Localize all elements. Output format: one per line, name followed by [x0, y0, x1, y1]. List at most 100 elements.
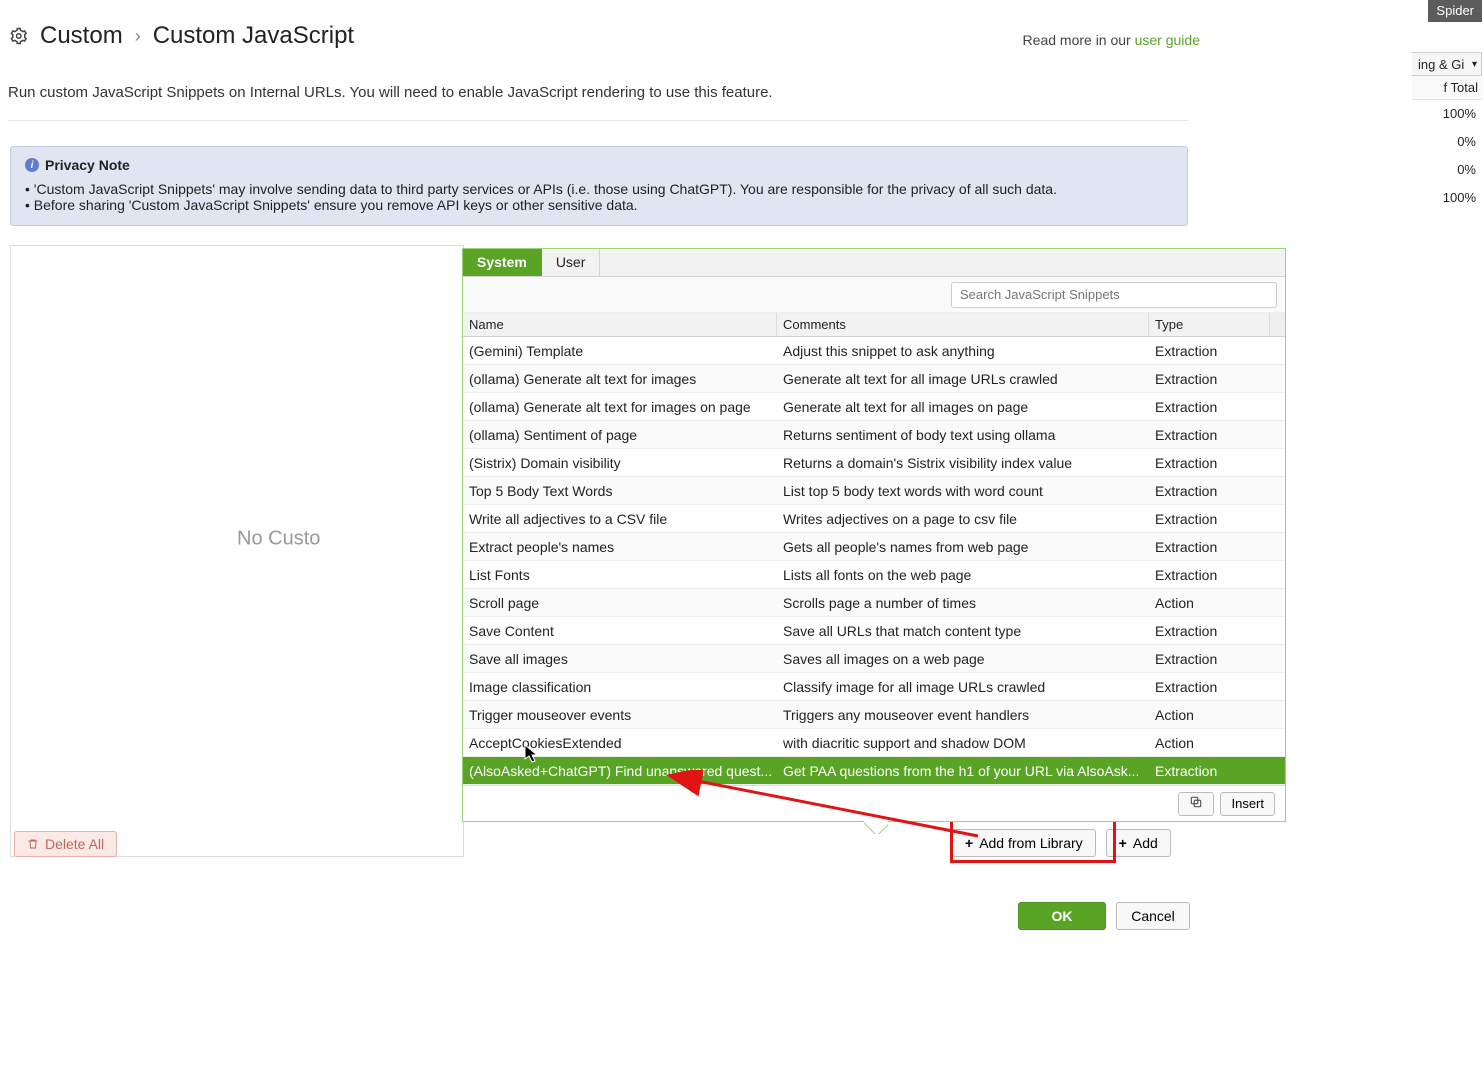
col-comments[interactable]: Comments — [777, 313, 1149, 336]
bg-column-header: f Total — [1412, 76, 1482, 100]
cell-type: Extraction — [1149, 455, 1269, 471]
table-row[interactable]: Write all adjectives to a CSV fileWrites… — [463, 505, 1285, 533]
page-description: Run custom JavaScript Snippets on Intern… — [8, 84, 773, 101]
table-row[interactable]: Top 5 Body Text WordsList top 5 body tex… — [463, 477, 1285, 505]
insert-button[interactable]: Insert — [1220, 792, 1275, 816]
cell-comments: Generate alt text for all image URLs cra… — [777, 371, 1149, 387]
table-row[interactable]: Image classificationClassify image for a… — [463, 673, 1285, 701]
page-title: Custom JavaScript — [153, 22, 354, 50]
privacy-bullet-text: 'Custom JavaScript Snippets' may involve… — [34, 181, 1057, 197]
cell-comments: Returns sentiment of body text using oll… — [777, 427, 1149, 443]
bg-column-values: 100% 0% 0% 100% — [1412, 100, 1482, 212]
table-row[interactable]: Trigger mouseover eventsTriggers any mou… — [463, 701, 1285, 729]
privacy-title: Privacy Note — [45, 157, 130, 173]
bg-value: 0% — [1412, 128, 1482, 156]
cell-comments: Writes adjectives on a page to csv file — [777, 511, 1149, 527]
add-label: Add — [1133, 835, 1158, 851]
cell-comments: Generate alt text for all images on page — [777, 399, 1149, 415]
table-header: Name Comments Type — [463, 313, 1285, 337]
snippets-list-panel: No Custo — [10, 245, 464, 857]
table-row[interactable]: (ollama) Sentiment of pageReturns sentim… — [463, 421, 1285, 449]
trash-icon — [27, 838, 39, 850]
cell-type: Extraction — [1149, 763, 1269, 779]
cell-name: Trigger mouseover events — [463, 707, 777, 723]
info-icon: i — [25, 158, 39, 172]
table-row[interactable]: (AlsoAsked+ChatGPT) Find unanswered ques… — [463, 757, 1285, 785]
cell-name: Top 5 Body Text Words — [463, 483, 777, 499]
copy-icon — [1189, 795, 1203, 812]
breadcrumb-section: Custom — [40, 22, 123, 50]
tab-system[interactable]: System — [463, 249, 542, 276]
cell-comments: Classify image for all image URLs crawle… — [777, 679, 1149, 695]
cell-type: Extraction — [1149, 567, 1269, 583]
table-row[interactable]: (Gemini) TemplateAdjust this snippet to … — [463, 337, 1285, 365]
table-row[interactable]: Save ContentSave all URLs that match con… — [463, 617, 1285, 645]
copy-button[interactable] — [1178, 792, 1214, 816]
add-button[interactable]: + Add — [1106, 829, 1171, 857]
cell-name: (AlsoAsked+ChatGPT) Find unanswered ques… — [463, 763, 777, 779]
search-input[interactable] — [951, 282, 1277, 308]
col-type[interactable]: Type — [1149, 313, 1269, 336]
add-from-library-label: Add from Library — [979, 835, 1082, 851]
cell-comments: Saves all images on a web page — [777, 651, 1149, 667]
table-row[interactable]: Save all imagesSaves all images on a web… — [463, 645, 1285, 673]
read-more: Read more in our user guide — [1023, 32, 1200, 48]
delete-all-button[interactable]: Delete All — [14, 831, 117, 857]
user-guide-link[interactable]: user guide — [1135, 32, 1200, 48]
bg-value: 100% — [1412, 184, 1482, 212]
bg-value: 0% — [1412, 156, 1482, 184]
cell-name: Scroll page — [463, 595, 777, 611]
cell-comments: Triggers any mouseover event handlers — [777, 707, 1149, 723]
divider — [8, 120, 1188, 121]
delete-all-label: Delete All — [45, 836, 104, 852]
cell-type: Action — [1149, 595, 1269, 611]
cell-name: Write all adjectives to a CSV file — [463, 511, 777, 527]
table-row[interactable]: AcceptCookiesExtendedwith diacritic supp… — [463, 729, 1285, 757]
cell-name: AcceptCookiesExtended — [463, 735, 777, 751]
settings-icon — [8, 26, 28, 46]
cancel-button[interactable]: Cancel — [1116, 902, 1190, 930]
cell-type: Action — [1149, 707, 1269, 723]
col-name[interactable]: Name — [463, 313, 777, 336]
plus-icon: + — [965, 835, 973, 851]
table-row[interactable]: Extract people's namesGets all people's … — [463, 533, 1285, 561]
privacy-bullet-text: Before sharing 'Custom JavaScript Snippe… — [34, 197, 638, 213]
cell-type: Extraction — [1149, 427, 1269, 443]
add-from-library-button[interactable]: + Add from Library — [952, 829, 1096, 857]
cell-comments: Scrolls page a number of times — [777, 595, 1149, 611]
cell-name: Image classification — [463, 679, 777, 695]
scrollbar-gutter — [1269, 313, 1285, 336]
bg-dropdown-label: ing & Gi — [1418, 57, 1464, 72]
plus-icon: + — [1119, 835, 1127, 851]
privacy-bullet: • Before sharing 'Custom JavaScript Snip… — [25, 197, 1173, 213]
cell-name: List Fonts — [463, 567, 777, 583]
ok-button[interactable]: OK — [1018, 902, 1106, 930]
tab-user[interactable]: User — [542, 249, 601, 276]
bg-dropdown[interactable]: ing & Gi ▾ — [1412, 52, 1482, 76]
breadcrumb-separator: › — [135, 26, 141, 47]
cell-comments: Lists all fonts on the web page — [777, 567, 1149, 583]
cell-name: (Gemini) Template — [463, 343, 777, 359]
cell-comments: List top 5 body text words with word cou… — [777, 483, 1149, 499]
cell-comments: Gets all people's names from web page — [777, 539, 1149, 555]
cell-type: Extraction — [1149, 623, 1269, 639]
cell-type: Extraction — [1149, 399, 1269, 415]
table-row[interactable]: (Sistrix) Domain visibilityReturns a dom… — [463, 449, 1285, 477]
breadcrumb: Custom › Custom JavaScript — [8, 22, 354, 50]
table-row[interactable]: Scroll pageScrolls page a number of time… — [463, 589, 1285, 617]
cell-comments: Returns a domain's Sistrix visibility in… — [777, 455, 1149, 471]
cell-comments: with diacritic support and shadow DOM — [777, 735, 1149, 751]
cell-name: Save Content — [463, 623, 777, 639]
cell-name: (Sistrix) Domain visibility — [463, 455, 777, 471]
cell-type: Extraction — [1149, 511, 1269, 527]
cell-type: Extraction — [1149, 371, 1269, 387]
popover-arrow — [864, 820, 888, 834]
bg-value: 100% — [1412, 100, 1482, 128]
table-row[interactable]: (ollama) Generate alt text for imagesGen… — [463, 365, 1285, 393]
table-row[interactable]: (ollama) Generate alt text for images on… — [463, 393, 1285, 421]
empty-state-text: No Custo — [237, 527, 320, 550]
cell-type: Extraction — [1149, 539, 1269, 555]
table-row[interactable]: List FontsLists all fonts on the web pag… — [463, 561, 1285, 589]
privacy-bullet: • 'Custom JavaScript Snippets' may invol… — [25, 181, 1173, 197]
cell-comments: Adjust this snippet to ask anything — [777, 343, 1149, 359]
